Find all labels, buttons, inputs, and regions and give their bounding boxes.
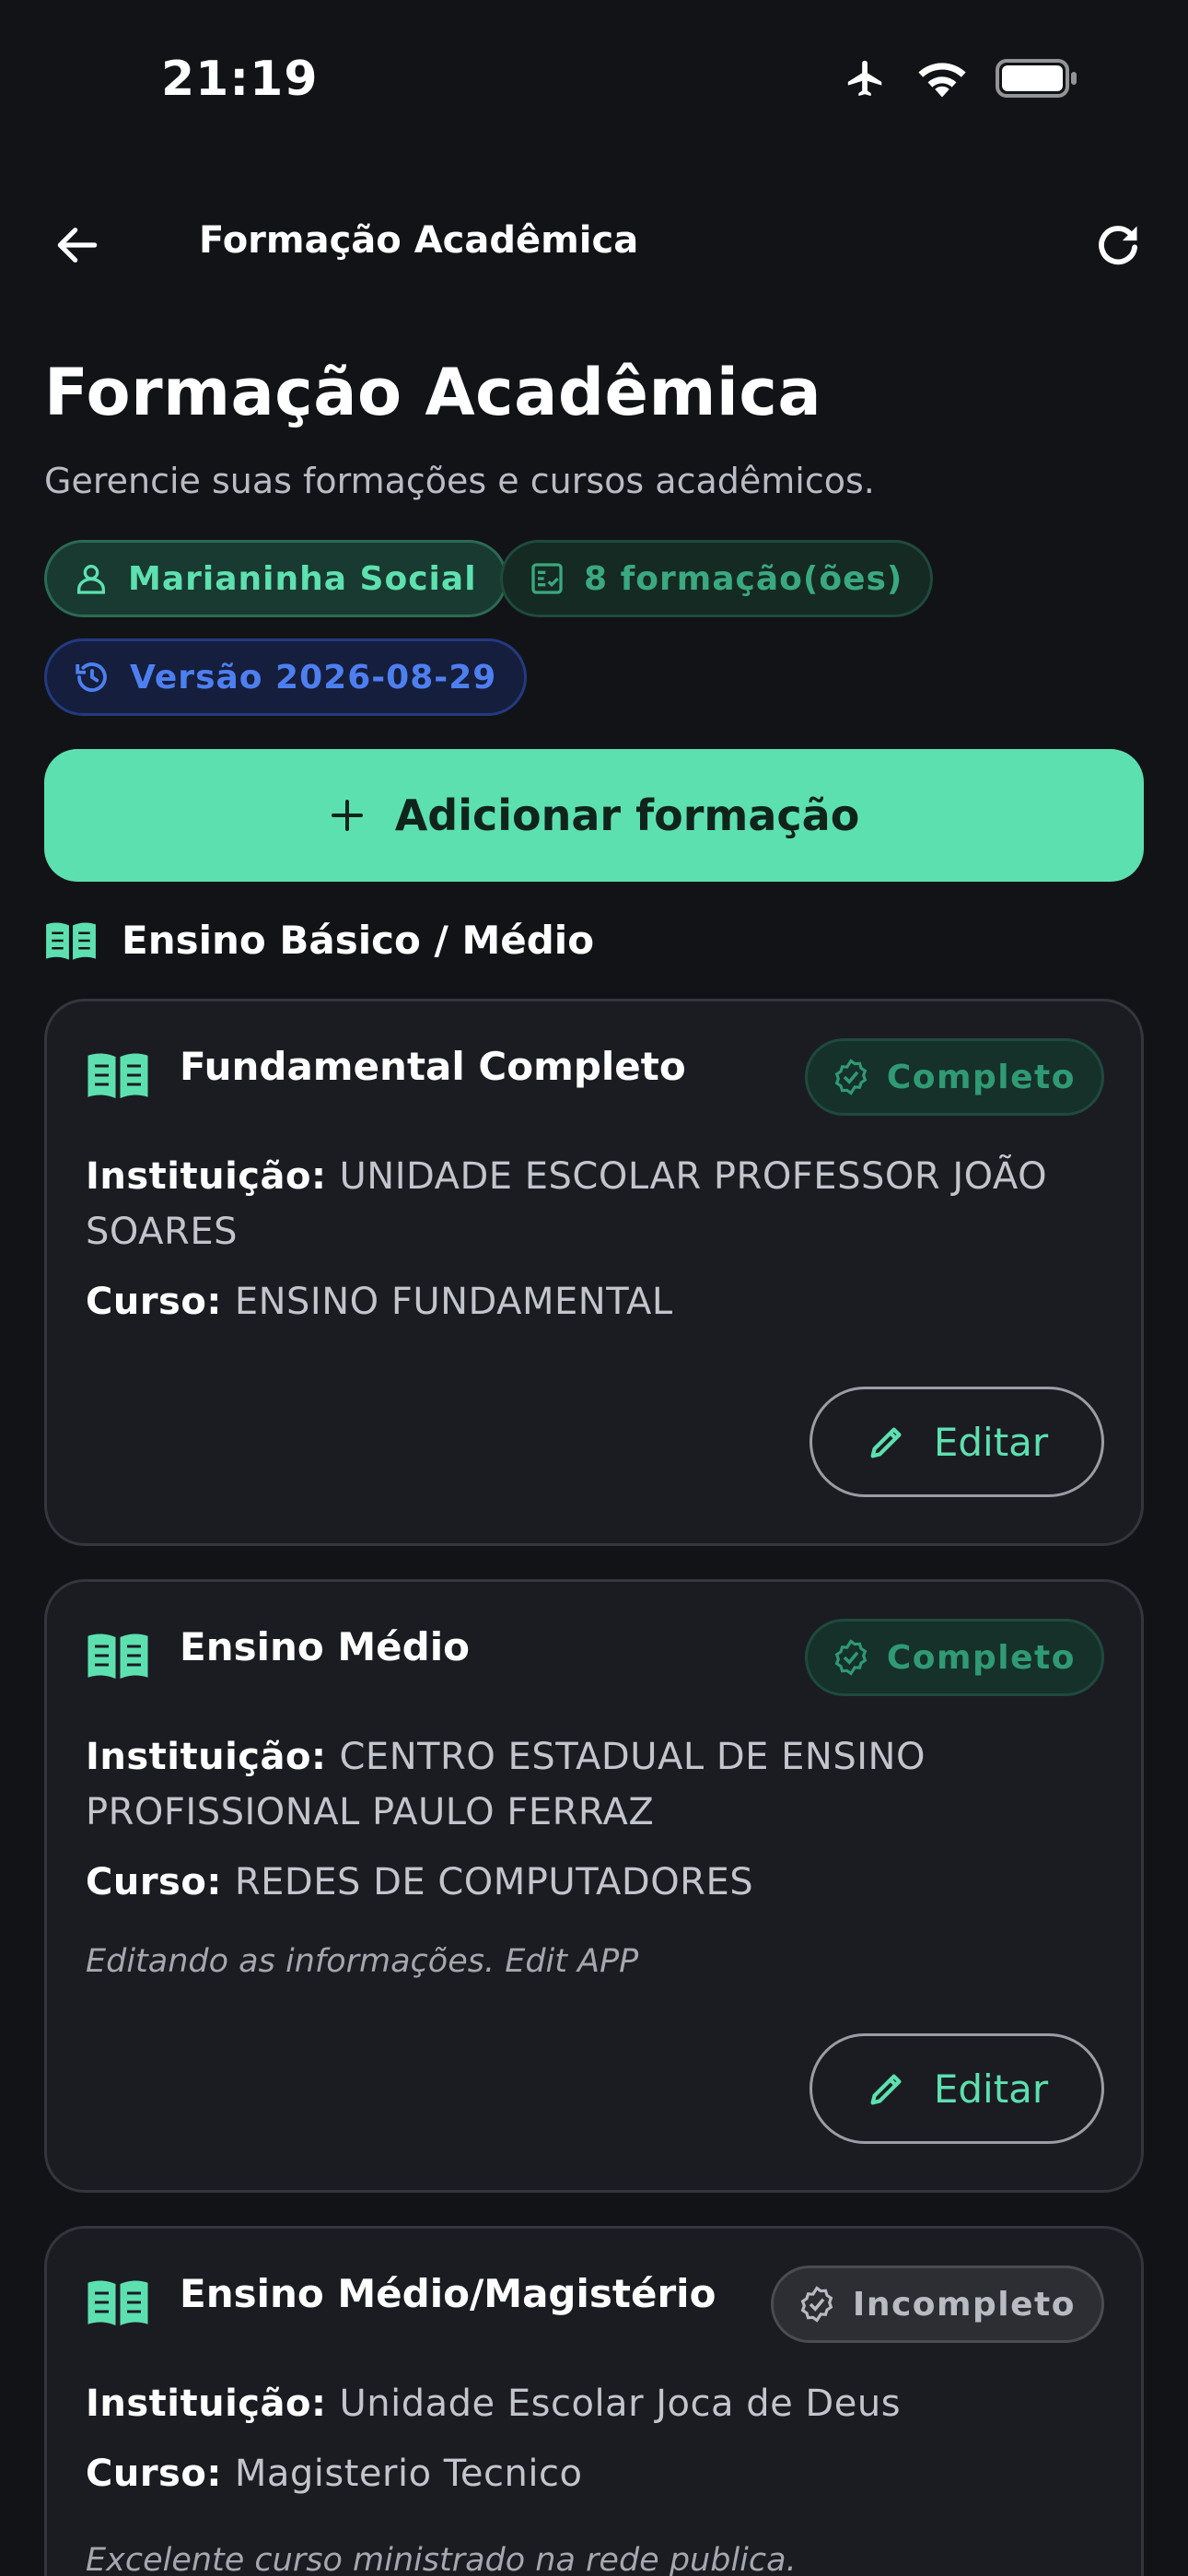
open-book-icon	[46, 921, 96, 960]
refresh-icon	[1099, 226, 1138, 265]
card-title: Ensino Médio/Magistério	[180, 2271, 716, 2316]
history-icon	[76, 662, 107, 692]
verified-badge-icon	[800, 2286, 833, 2323]
institution-value: Unidade Escolar Joca de Deus	[339, 2383, 902, 2425]
battery-icon	[995, 57, 1079, 100]
card-title: Ensino Médio	[180, 1624, 470, 1669]
course-value: REDES DE COMPUTADORES	[234, 1861, 754, 1903]
course-field: Curso: Magisterio Tecnico	[86, 2446, 1104, 2501]
card-title: Fundamental Completo	[180, 1044, 686, 1089]
status-badge: Completo	[804, 1619, 1104, 1696]
user-icon	[77, 565, 105, 594]
status-badge-label: Completo	[886, 1058, 1076, 1096]
pencil-icon	[870, 2074, 902, 2105]
page-title: Formação Acadêmica	[44, 355, 822, 430]
status-badge: Incompleto	[770, 2266, 1104, 2343]
education-card: Ensino Médio Completo Instituição: CENTRO…	[44, 1579, 1144, 2193]
section-header: Ensino Básico / Médio	[44, 918, 594, 963]
institution-field: Instituição: CENTRO ESTADUAL DE ENSINO PR…	[86, 1729, 1104, 1840]
count-chip: 8 formação(ões)	[500, 540, 934, 617]
institution-label: Instituição:	[86, 1155, 327, 1198]
verified-badge-icon	[834, 1639, 868, 1676]
course-value: ENSINO FUNDAMENTAL	[234, 1281, 673, 1323]
refresh-button[interactable]	[1085, 212, 1151, 278]
checklist-icon	[531, 563, 563, 594]
course-label: Curso:	[86, 2453, 222, 2495]
version-chip: Versão 2026-08-29	[44, 638, 528, 716]
screen: 21:19 Formação Acadêmica Formação Acadêm…	[0, 0, 1188, 2576]
institution-field: Instituição: UNIDADE ESCOLAR PROFESSOR JO…	[86, 1149, 1104, 1259]
plus-icon	[331, 800, 363, 831]
arrow-left-icon	[57, 228, 98, 263]
course-label: Curso:	[86, 1281, 222, 1323]
open-book-icon	[87, 1053, 148, 1098]
verified-badge-icon	[834, 1059, 868, 1095]
status-badge-label: Completo	[886, 1638, 1076, 1677]
open-book-icon	[87, 1633, 148, 1679]
page-subtitle: Gerencie suas formações e cursos acadêmi…	[44, 461, 875, 501]
course-field: Curso: REDES DE COMPUTADORES	[86, 1855, 1104, 1910]
pencil-icon	[870, 1427, 902, 1458]
status-time: 21:19	[161, 52, 319, 107]
status-bar: 21:19	[0, 0, 1188, 157]
top-app-bar: Formação Acadêmica	[0, 193, 1188, 286]
edit-button[interactable]: Editar	[809, 2033, 1104, 2144]
institution-label: Instituição:	[86, 2383, 327, 2425]
institution-field: Instituição: Unidade Escolar Joca de Deus	[86, 2376, 1104, 2431]
add-formation-label: Adicionar formação	[394, 790, 860, 840]
status-icons	[842, 57, 1079, 100]
course-label: Curso:	[86, 1861, 222, 1903]
edit-button-label: Editar	[933, 2066, 1049, 2112]
card-note: Editando as informações. Edit APP	[86, 1943, 639, 1980]
open-book-icon	[87, 2280, 148, 2325]
wifi-icon	[915, 58, 969, 99]
section-title: Ensino Básico / Médio	[122, 918, 595, 963]
course-field: Curso: ENSINO FUNDAMENTAL	[86, 1274, 1104, 1329]
add-formation-button[interactable]: Adicionar formação	[44, 749, 1144, 882]
user-chip-label: Marianinha Social	[128, 559, 477, 598]
edit-button[interactable]: Editar	[809, 1387, 1104, 1497]
status-badge-label: Incompleto	[852, 2285, 1076, 2324]
status-badge: Completo	[804, 1038, 1104, 1116]
institution-label: Instituição:	[86, 1736, 327, 1778]
education-card: Ensino Médio/Magistério Incompleto Insti…	[44, 2226, 1144, 2576]
back-button[interactable]	[44, 212, 111, 278]
course-value: Magisterio Tecnico	[234, 2453, 583, 2495]
education-card: Fundamental Completo Completo Instituiçã…	[44, 999, 1144, 1546]
card-note: Excelente curso ministrado na rede publi…	[86, 2542, 797, 2576]
top-bar-title: Formação Acadêmica	[199, 219, 639, 262]
user-chip: Marianinha Social	[44, 540, 507, 617]
count-chip-label: 8 formação(ões)	[584, 559, 903, 598]
edit-button-label: Editar	[933, 1419, 1049, 1465]
airplane-icon	[842, 57, 890, 100]
version-chip-label: Versão 2026-08-29	[130, 658, 497, 697]
